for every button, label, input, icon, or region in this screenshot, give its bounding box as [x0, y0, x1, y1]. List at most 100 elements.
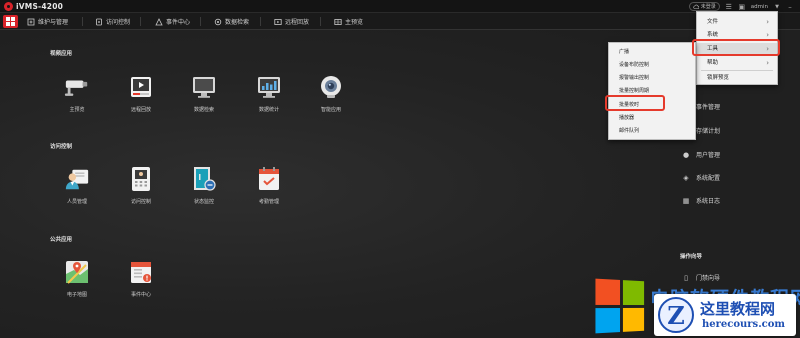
- right-item-label: 系统日志: [696, 198, 721, 205]
- menu-item-lock-preview[interactable]: 锁屏预览: [697, 72, 777, 84]
- tab-label: 事件中心: [166, 19, 191, 26]
- tab-event-center[interactable]: 事件中心: [155, 16, 190, 27]
- monitor-icon: [191, 74, 217, 100]
- watermark-card: Z 这里教程网 herecours.com: [654, 294, 796, 336]
- hikvision-logo-icon: [4, 2, 13, 11]
- cloud-login-label: 未登录: [700, 4, 716, 10]
- tab-divider: [82, 17, 83, 26]
- submenu-item-player[interactable]: 播放器: [609, 112, 695, 124]
- list-icon[interactable]: ☰: [725, 3, 733, 11]
- playback-player-icon: [128, 74, 154, 100]
- app-e-map[interactable]: 电子地图: [54, 259, 100, 298]
- menu-item-tools[interactable]: 工具 ›: [697, 43, 777, 55]
- submenu-item-label: 设备布防控制: [619, 62, 650, 68]
- right-item-system-config[interactable]: ◈ 系统配置: [682, 173, 721, 183]
- app-title: iVMS-4200: [16, 2, 64, 11]
- submenu-item-label: 批量校时: [619, 102, 640, 108]
- menu-item-label: 文件: [707, 19, 719, 25]
- submenu-item-label: 批量控制周期: [619, 88, 650, 94]
- menu-item-system[interactable]: 系统 ›: [697, 29, 777, 41]
- submenu-item-alarm-output[interactable]: 报警输出控制: [609, 72, 695, 84]
- app-label: 智能应用: [320, 107, 341, 113]
- tab-divider: [200, 17, 201, 26]
- app-remote-playback[interactable]: 远程回放: [118, 74, 164, 113]
- watermark-url: herecours.com: [702, 319, 786, 330]
- lock-icon[interactable]: ▣: [738, 3, 746, 11]
- cctv-camera-icon: [64, 74, 90, 100]
- home-grid-button[interactable]: [3, 15, 18, 28]
- tab-access-control[interactable]: 访问控制: [95, 16, 130, 27]
- search-icon: [214, 18, 222, 26]
- site-logo-icon: Z: [658, 297, 694, 333]
- tab-divider: [260, 17, 261, 26]
- title-bar-controls: 未登录 ☰ ▣ admin ▼ –: [688, 2, 794, 11]
- app-person-management[interactable]: 人员管理: [54, 166, 100, 205]
- menu-item-label: 工具: [707, 46, 719, 52]
- right-item-label: 存储计划: [696, 128, 721, 135]
- menu-item-help[interactable]: 帮助 ›: [697, 57, 777, 69]
- section-title-video: 视频应用: [50, 51, 73, 57]
- tab-label: 访问控制: [106, 19, 131, 26]
- app-data-statistics[interactable]: 数据统计: [246, 74, 292, 113]
- access-terminal-icon: [128, 166, 154, 192]
- app-attendance-management[interactable]: 考勤管理: [246, 166, 292, 205]
- right-item-label: 系统配置: [696, 175, 721, 182]
- tab-label: 主预览: [345, 19, 364, 26]
- menu-item-label: 锁屏预览: [707, 75, 730, 81]
- statistics-icon: [256, 74, 282, 100]
- attendance-calendar-icon: [256, 166, 282, 192]
- main-dropdown-menu: 文件 › 系统 › 工具 › 帮助 › 锁屏预览: [696, 11, 778, 85]
- app-data-search[interactable]: 数据检索: [181, 74, 227, 113]
- app-label: 电子地图: [66, 292, 87, 298]
- chevron-right-icon: ›: [766, 45, 769, 53]
- tab-label: 远程回放: [285, 19, 310, 26]
- cloud-icon: [693, 4, 699, 9]
- cloud-login-button[interactable]: 未登录: [688, 2, 720, 11]
- submenu-item-mail-queue[interactable]: 邮件队列: [609, 125, 695, 137]
- submenu-item-batch-time-sync[interactable]: 批量校时: [609, 99, 695, 111]
- menu-item-file[interactable]: 文件 ›: [697, 16, 777, 28]
- app-access-control[interactable]: 访问控制: [118, 166, 164, 205]
- right-item-label: 用户管理: [696, 152, 721, 159]
- smart-camera-icon: [318, 74, 344, 100]
- tab-label: 数据检索: [225, 19, 250, 26]
- preview-icon: [334, 18, 342, 26]
- app-label: 状态监控: [193, 199, 214, 205]
- title-bar: iVMS-4200 未登录 ☰ ▣ admin ▼ –: [0, 0, 800, 13]
- app-label: 远程回放: [130, 107, 151, 113]
- watermark-overlay: 电脑软硬件教程网 Z 这里教程网 herecours.com: [594, 262, 800, 338]
- section-title-public: 公共应用: [50, 237, 73, 243]
- submenu-item-label: 邮件队列: [619, 128, 640, 134]
- app-event-center[interactable]: 事件中心: [118, 259, 164, 298]
- submenu-item-broadcast[interactable]: 广播: [609, 46, 695, 58]
- minimize-icon[interactable]: –: [786, 3, 794, 11]
- tab-data-search[interactable]: 数据检索: [214, 16, 249, 27]
- app-status-monitor[interactable]: 状态监控: [181, 166, 227, 205]
- user-dropdown-icon[interactable]: ▼: [773, 3, 781, 11]
- config-icon: ◈: [683, 173, 689, 182]
- app-label: 人员管理: [66, 199, 87, 205]
- tab-main-preview[interactable]: 主预览: [334, 16, 363, 27]
- app-label: 数据统计: [258, 107, 279, 113]
- app-window: iVMS-4200 未登录 ☰ ▣ admin ▼ – 维护与管理 访问控制 事…: [0, 0, 800, 338]
- menu-item-label: 帮助: [707, 60, 719, 66]
- app-label: 事件中心: [130, 292, 151, 298]
- app-main-preview[interactable]: 主预览: [54, 74, 100, 113]
- app-smart-application[interactable]: 智能应用: [308, 74, 354, 113]
- right-item-label: 事件管理: [696, 104, 721, 111]
- event-center-icon: [128, 259, 154, 285]
- submenu-item-arming-control[interactable]: 设备布防控制: [609, 59, 695, 71]
- tab-maintenance[interactable]: 维护与管理: [27, 16, 68, 27]
- user-name[interactable]: admin: [751, 4, 768, 10]
- map-icon: [64, 259, 90, 285]
- tab-divider: [320, 17, 321, 26]
- access-icon: [95, 18, 103, 26]
- windows-logo-icon: [595, 278, 645, 334]
- event-icon: [155, 17, 163, 26]
- right-item-system-log[interactable]: ▦ 系统日志: [682, 196, 721, 206]
- submenu-item-batch-period[interactable]: 批量控制周期: [609, 85, 695, 97]
- app-label: 数据检索: [193, 107, 214, 113]
- right-item-user-management[interactable]: ● 用户管理: [682, 150, 721, 160]
- person-management-icon: [64, 166, 90, 192]
- tab-remote-playback[interactable]: 远程回放: [274, 16, 309, 27]
